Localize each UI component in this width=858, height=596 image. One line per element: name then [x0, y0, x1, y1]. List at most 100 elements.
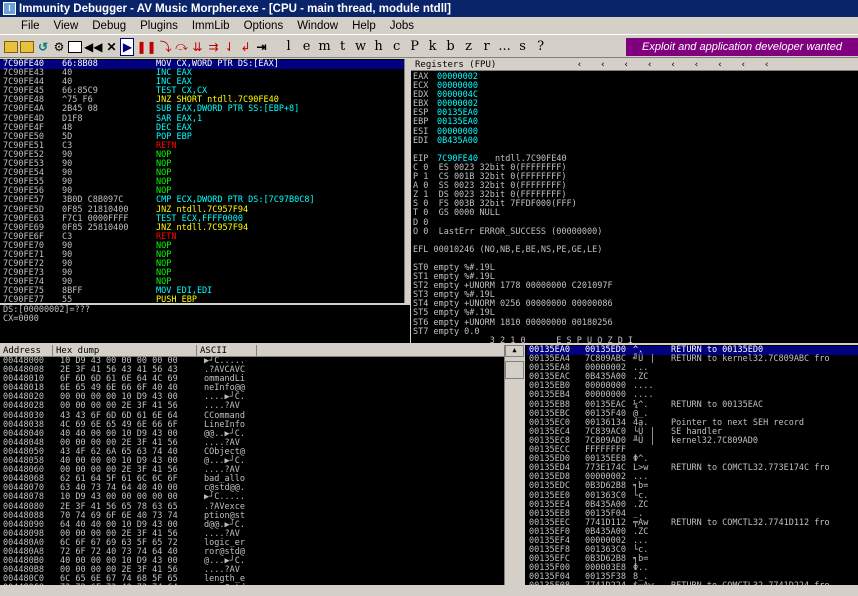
module-icon[interactable] — [68, 41, 82, 53]
register-row[interactable]: EDX 0000004C — [413, 91, 858, 100]
run-icon[interactable]: ▶ — [120, 38, 134, 56]
stack-row[interactable]: 00135EB8 00135EAC ¼^. RETURN to 00135EAC — [527, 401, 858, 410]
toolbar-letter-button[interactable]: c — [389, 38, 405, 56]
toolbar-letter-button[interactable]: ? — [533, 38, 549, 56]
stack-row[interactable]: 00135EF4 00000002 ... — [527, 537, 858, 546]
stack-row[interactable]: 00135EB0 00000000.... — [527, 382, 858, 391]
stack-row[interactable]: 00135EA4 7C809ABC ╝Ü| RETURN to kernel32.7… — [527, 355, 858, 364]
banner[interactable]: Exploit and application developer wanted — [626, 38, 858, 56]
menu-item-view[interactable]: View — [47, 20, 86, 32]
attach-icon[interactable] — [20, 41, 34, 53]
register-row[interactable] — [413, 146, 858, 155]
disasm-row[interactable]: 7C90FE40 66:8B08 MOV CX,WORD PTR DS:[EAX] — [0, 60, 404, 69]
restart-icon[interactable]: ↺ — [36, 38, 50, 56]
stack-row[interactable]: 00135EF8 001363C0 └c. — [527, 546, 858, 555]
register-value[interactable]: 0B435A00 — [437, 137, 495, 146]
register-row[interactable]: EBX 00000002 — [413, 100, 858, 109]
disasm-row[interactable]: 7C90FE54 90 NOP — [0, 169, 404, 178]
dump-header-address[interactable]: Address — [0, 345, 53, 356]
execute-till-return-icon[interactable]: ⇃ — [223, 38, 237, 56]
horizontal-scrollbar[interactable] — [0, 585, 858, 596]
close-icon[interactable]: ✕ — [104, 38, 118, 56]
stack-row[interactable]: 00135EDC 0B3D62B8 ╕b= — [527, 482, 858, 491]
stack-row[interactable]: 00135EE4 0B435A00 .ZC — [527, 501, 858, 510]
disasm-row[interactable]: 7C90FE71 90 NOP — [0, 251, 404, 260]
toolbar-letter-button[interactable]: l — [281, 38, 297, 56]
disassembly-pane[interactable]: 7C90FE40 66:8B08 MOV CX,WORD PTR DS:[EAX] 7… — [0, 59, 404, 303]
disasm-row[interactable]: 7C90FE4F 48 DEC EAX — [0, 124, 404, 133]
stack-row[interactable]: 00135ED4 773E174C L>w RETURN to COMCTL32.7… — [527, 464, 858, 473]
menu-item-immlib[interactable]: ImmLib — [185, 20, 237, 32]
toolbar-letter-button[interactable]: w — [353, 38, 369, 56]
toolbar-letter-button[interactable]: P — [407, 38, 423, 56]
open-folder-icon[interactable] — [4, 41, 18, 53]
menu-item-window[interactable]: Window — [290, 20, 345, 32]
menu-item-help[interactable]: Help — [345, 20, 383, 32]
dump-header-ascii[interactable]: ASCII — [197, 345, 257, 356]
register-row[interactable]: ESP 00135EA0 — [413, 109, 858, 118]
stack-row[interactable]: 00135ECC FFFFFFFF — [527, 446, 858, 455]
stack-row[interactable]: 00135F00 000003E8 Φ.. — [527, 564, 858, 573]
dump-scroll-up-icon[interactable]: ▲ — [505, 345, 524, 357]
register-row[interactable]: EAX 00000002 — [413, 73, 858, 82]
register-row[interactable]: ESI 00000000 — [413, 128, 858, 137]
menu-item-options[interactable]: Options — [237, 20, 291, 32]
register-nav-arrows[interactable]: ‹‹‹‹‹‹‹‹‹ — [502, 60, 788, 70]
disassembly-scrollbar[interactable] — [404, 59, 410, 303]
toolbar-letter-button[interactable]: ... — [497, 38, 513, 56]
next-icon[interactable]: ⇥ — [255, 38, 269, 56]
disasm-row[interactable]: 7C90FE70 90 NOP — [0, 242, 404, 251]
stack-row[interactable]: 00135EEC 7741D112 ╤Aw RETURN to COMCTL32.7… — [527, 519, 858, 528]
menu-item-jobs[interactable]: Jobs — [383, 20, 421, 32]
register-row[interactable]: EBP 00135EA0 — [413, 118, 858, 127]
stack-row[interactable]: 00135EA8 00000002 ... — [527, 364, 858, 373]
disasm-row[interactable]: 7C90FE4A 2B45 08 SUB EAX,DWORD PTR SS:[EBP… — [0, 105, 404, 114]
dump-scrollbar[interactable]: ▲ — [504, 345, 524, 585]
disasm-row[interactable]: 7C90FE55 90 NOP — [0, 178, 404, 187]
toolbar-letter-button[interactable]: t — [335, 38, 351, 56]
disasm-row[interactable]: 7C90FE73 90 NOP — [0, 269, 404, 278]
toolbar-letter-button[interactable]: b — [443, 38, 459, 56]
dump-pane[interactable]: Address Hex dump ASCII 00448000 10 D9 43 … — [0, 345, 504, 585]
step-over-icon[interactable]: ⤼ — [175, 38, 189, 56]
dump-scroll-thumb[interactable] — [505, 361, 524, 379]
disasm-row[interactable]: 7C90FE75 8BFF MOV EDI,EDI — [0, 287, 404, 296]
disasm-row[interactable]: 7C90FE77 55 PUSH EBP — [0, 296, 404, 303]
go-to-icon[interactable]: ↲ — [239, 38, 253, 56]
stack-row[interactable]: 00135EC8 7C809AD0 ╨Ü| kernel32.7C809AD0 — [527, 437, 858, 446]
settings-icon[interactable]: ⚙ — [52, 38, 66, 56]
stack-row[interactable]: 00135EE0 001363C0 └c. — [527, 492, 858, 501]
menu-item-file[interactable]: File — [14, 20, 47, 32]
step-into-icon[interactable]: ⤵ — [159, 38, 173, 56]
rewind-icon[interactable]: ◀◀ — [84, 38, 102, 56]
disasm-row[interactable]: 7C90FE52 90 NOP — [0, 151, 404, 160]
stack-row[interactable]: 00135EF0 0B435A00 .ZC — [527, 528, 858, 537]
toolbar-letter-button[interactable]: s — [515, 38, 531, 56]
pause-icon[interactable]: ❚❚ — [136, 38, 156, 56]
toolbar-letter-button[interactable]: e — [299, 38, 315, 56]
register-row[interactable]: EDI 0B435A00 — [413, 137, 858, 146]
stack-row[interactable]: 00135ED8 00000002 ... — [527, 473, 858, 482]
disasm-row[interactable]: 7C90FE72 90 NOP — [0, 260, 404, 269]
disasm-row[interactable]: 7C90FE51 C3 RETN — [0, 142, 404, 151]
toolbar-letter-button[interactable]: z — [461, 38, 477, 56]
stack-row[interactable]: 00135EFC 0B3D62B8 ╕b= — [527, 555, 858, 564]
disasm-row[interactable]: 7C90FE4D D1F8 SAR EAX,1 — [0, 115, 404, 124]
trace-into-icon[interactable]: ⇊ — [191, 38, 205, 56]
disasm-row[interactable]: 7C90FE6F C3 RETN — [0, 233, 404, 242]
disasm-row[interactable]: 7C90FE53 90 NOP — [0, 160, 404, 169]
disasm-row[interactable]: 7C90FE69 0F85 25810400 JNZ ntdll.7C957F94 — [0, 224, 404, 233]
toolbar-letter-button[interactable]: k — [425, 38, 441, 56]
stack-row[interactable]: 00135EAC 0B435A00 .ZC — [527, 373, 858, 382]
menu-item-plugins[interactable]: Plugins — [133, 20, 185, 32]
toolbar-letter-button[interactable]: h — [371, 38, 387, 56]
stack-pane[interactable]: 00135EA0 00135ED0 ^. RETURN to 00135ED0 00… — [525, 345, 858, 585]
dump-header-hex[interactable]: Hex dump — [53, 345, 197, 356]
disasm-row[interactable]: 7C90FE50 5D POP EBP — [0, 133, 404, 142]
toolbar-letter-button[interactable]: r — [479, 38, 495, 56]
menu-item-debug[interactable]: Debug — [85, 20, 133, 32]
trace-over-icon[interactable]: ⇉ — [207, 38, 221, 56]
registers-pane[interactable]: Registers (FPU) ‹‹‹‹‹‹‹‹‹ EAX 00000002 ECX… — [411, 59, 858, 343]
register-row[interactable]: ECX 00000000 — [413, 82, 858, 91]
toolbar-letter-button[interactable]: m — [317, 38, 333, 56]
